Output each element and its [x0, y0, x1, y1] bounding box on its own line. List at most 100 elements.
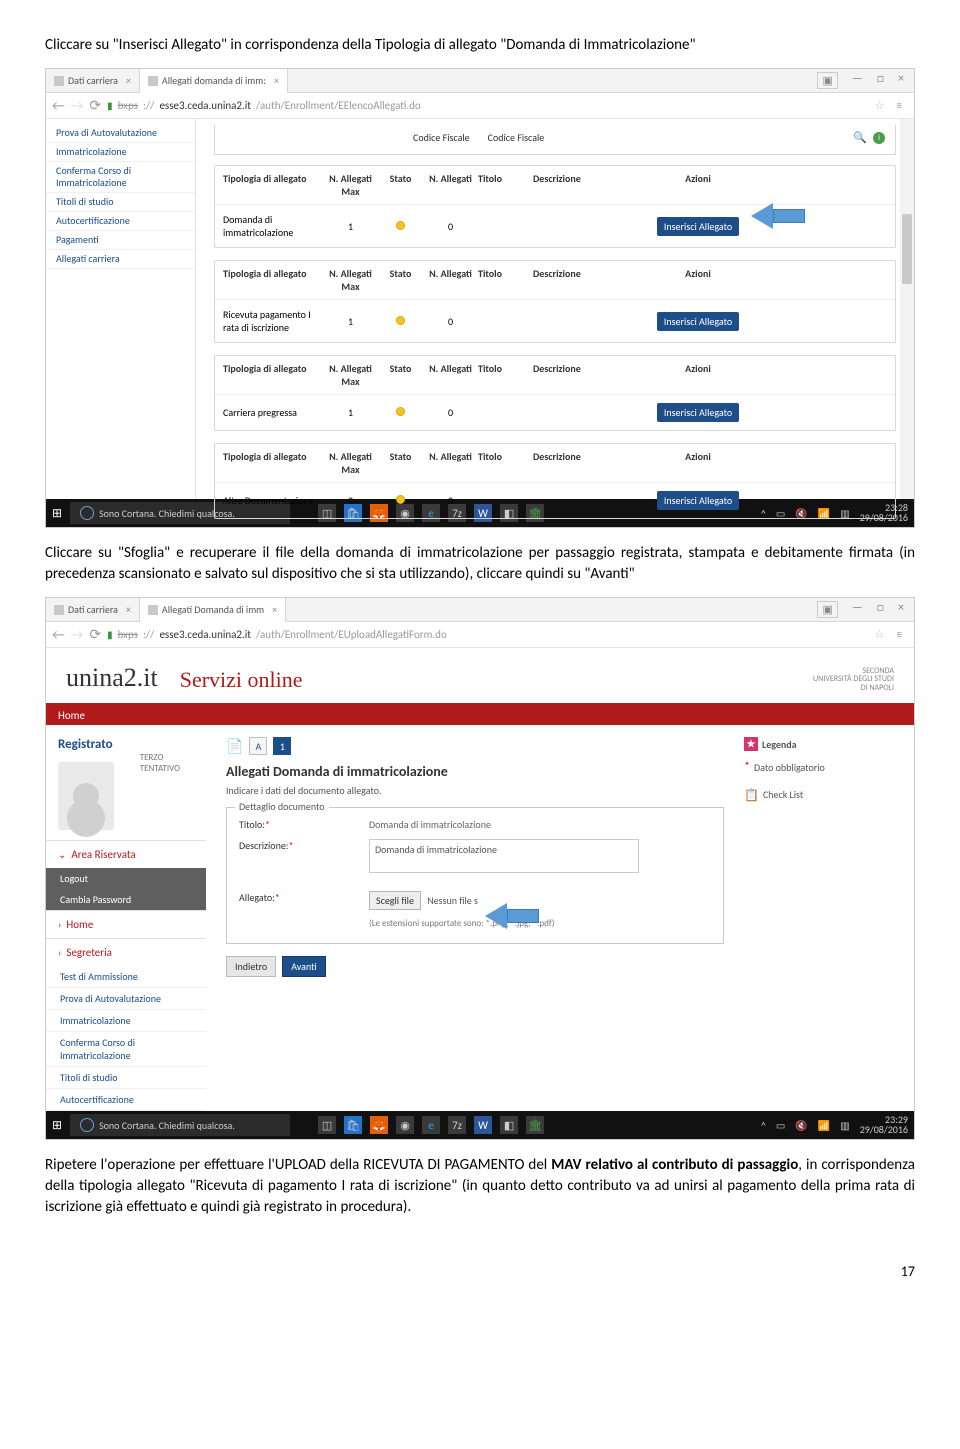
clipboard-icon: 📋 [744, 788, 759, 803]
avatar [58, 762, 114, 830]
browser-tabs: Dati carriera× Allegati domanda di imm:×… [46, 69, 914, 93]
sidebar-item[interactable]: Test di Ammissione [46, 966, 206, 988]
cortana-placeholder: Sono Cortana. Chiedimi qualcosa. [99, 1119, 235, 1132]
file-status: Nessun file s [427, 894, 478, 907]
menubar: Home [46, 705, 914, 725]
close-window-icon[interactable]: × [898, 72, 904, 89]
url-host: esse3.ceda.unina2.it [159, 99, 251, 112]
th-nmax: N. Allegati Max [323, 450, 378, 476]
firefox-icon[interactable]: 🦊 [370, 1116, 388, 1134]
scrollbar[interactable] [900, 119, 914, 499]
tray-icon[interactable]: ^ [761, 1119, 766, 1132]
url-input[interactable]: ▮ bxps :// esse3.ceda.unina2.it /auth/En… [107, 99, 863, 112]
sidebar-item[interactable]: Prova di Autovalutazione [46, 124, 195, 143]
back-icon[interactable]: ← [52, 626, 65, 643]
sidebar-item[interactable]: Titoli di studio [46, 1067, 206, 1089]
section-home[interactable]: Home [46, 911, 206, 938]
sidebar: Registrato TERZO TENTATIVO Area Riservat… [46, 725, 206, 1111]
document-icon: 📄 [226, 738, 243, 755]
word-icon[interactable]: W [474, 1116, 492, 1134]
back-icon[interactable]: ← [52, 97, 65, 114]
sidebar-item[interactable]: Conferma Corso di Immatricolazione [46, 162, 195, 193]
tab-dati-carriera[interactable]: Dati carriera× [46, 598, 140, 622]
th-az: Azioni [638, 267, 758, 293]
app-icon[interactable]: 7z [448, 1116, 466, 1134]
tab-dati-carriera[interactable]: Dati carriera× [46, 69, 140, 93]
url-input[interactable]: ▮ bxps :// esse3.ceda.unina2.it /auth/En… [107, 628, 863, 641]
wifi-icon[interactable]: 📶 [818, 1119, 830, 1132]
url-host: esse3.ceda.unina2.it [159, 628, 251, 641]
windows-start-icon[interactable]: ⊞ [52, 506, 62, 521]
section-segreteria[interactable]: Segreteria [46, 939, 206, 966]
maximize-icon[interactable]: □ [877, 601, 884, 618]
cortana-icon [80, 1118, 94, 1132]
store-icon[interactable]: 🛍 [344, 1116, 362, 1134]
close-icon[interactable]: × [126, 603, 131, 616]
reload-icon[interactable]: ⟳ [89, 97, 101, 114]
chrome-icon[interactable]: ◉ [396, 1116, 414, 1134]
tray-icon[interactable]: ▭ [776, 1119, 785, 1132]
sidebar-item[interactable]: Allegati carriera [46, 250, 195, 269]
star-icon[interactable]: ☆ [875, 628, 885, 641]
th-nmax: N. Allegati Max [323, 267, 378, 293]
person-icon[interactable]: ▣ [817, 601, 837, 618]
reload-icon[interactable]: ⟳ [89, 626, 101, 643]
close-icon[interactable]: × [272, 603, 277, 616]
close-window-icon[interactable]: × [898, 601, 904, 618]
nav-home[interactable]: Home [58, 709, 85, 722]
menu-icon[interactable]: ≡ [891, 99, 908, 112]
indietro-button[interactable]: Indietro [226, 956, 276, 977]
avanti-button[interactable]: Avanti [282, 956, 326, 977]
inserisci-allegato-button[interactable]: Inserisci Allegato [657, 491, 739, 510]
pointer-arrow [751, 203, 806, 229]
star-icon[interactable]: ☆ [875, 99, 885, 112]
inserisci-allegato-button[interactable]: Inserisci Allegato [657, 217, 739, 236]
tab-allegati[interactable]: Allegati Domanda di imm× [140, 598, 286, 622]
sidebar-item-logout[interactable]: Logout [46, 868, 206, 889]
status-icon [378, 315, 423, 328]
sidebar-item[interactable]: Immatricolazione [46, 143, 195, 162]
section-area-riservata[interactable]: Area Riservata [46, 841, 206, 868]
sidebar-item[interactable]: Immatricolazione [46, 1010, 206, 1032]
app-icon[interactable]: ◧ [500, 1116, 518, 1134]
legend-column: ★Legenda *Dato obbligatorio 📋Check List [744, 725, 914, 1111]
tab-allegati[interactable]: Allegati domanda di imm:× [140, 69, 288, 93]
close-icon[interactable]: × [274, 74, 279, 87]
sidebar-item[interactable]: Prova di Autovalutazione [46, 988, 206, 1010]
inserisci-allegato-button[interactable]: Inserisci Allegato [657, 403, 739, 422]
forward-icon[interactable]: → [71, 97, 84, 114]
sidebar-item-cambia-password[interactable]: Cambia Password [46, 889, 206, 910]
menu-icon[interactable]: ≡ [891, 628, 908, 641]
volume-icon[interactable]: 🔇 [795, 1119, 807, 1132]
sidebar-item[interactable]: Titoli di studio [46, 193, 195, 212]
clock[interactable]: 23:2929/08/2016 [860, 1115, 908, 1135]
minimize-icon[interactable]: — [852, 72, 863, 89]
sidebar-item[interactable]: Autocertificazione [46, 212, 195, 231]
app-icon[interactable]: 🏛 [526, 1116, 544, 1134]
close-icon[interactable]: × [126, 74, 131, 87]
sidebar-item[interactable]: Autocertificazione [46, 1089, 206, 1111]
info-icon[interactable]: i [873, 132, 885, 144]
person-icon[interactable]: ▣ [817, 72, 837, 89]
minimize-icon[interactable]: — [852, 601, 863, 618]
cortana-search[interactable]: Sono Cortana. Chiedimi qualcosa. [70, 1114, 290, 1136]
descrizione-textarea[interactable]: Domanda di immatricolazione [369, 839, 639, 873]
windows-start-icon[interactable]: ⊞ [52, 1118, 62, 1133]
scegli-file-button[interactable]: Scegli file [369, 891, 421, 910]
favicon [54, 605, 64, 615]
ie-icon[interactable]: e [422, 1116, 440, 1134]
notifications-icon[interactable]: ▥ [840, 1119, 849, 1132]
forward-icon[interactable]: → [71, 626, 84, 643]
task-view-icon[interactable]: ◫ [318, 1116, 336, 1134]
magnify-icon[interactable]: 🔍 [853, 131, 867, 144]
sidebar-item[interactable]: Pagamenti [46, 231, 195, 250]
university-name: SECONDAUNIVERSITÀ DEGLI STUDIDI NAPOLI [813, 667, 894, 693]
sidebar-item[interactable]: Conferma Corso di Immatricolazione [46, 1032, 206, 1067]
instruction-2: Cliccare su "Sfoglia" e recuperare il fi… [45, 543, 915, 585]
address-bar: ← → ⟳ ▮ bxps :// esse3.ceda.unina2.it /a… [46, 93, 914, 119]
th-desc: Descrizione [533, 267, 638, 293]
instruction-3: Ripetere l'operazione per effettuare l'U… [45, 1155, 915, 1218]
maximize-icon[interactable]: □ [877, 72, 884, 89]
inserisci-allegato-button[interactable]: Inserisci Allegato [657, 312, 739, 331]
url-struck: bxps [118, 99, 138, 112]
